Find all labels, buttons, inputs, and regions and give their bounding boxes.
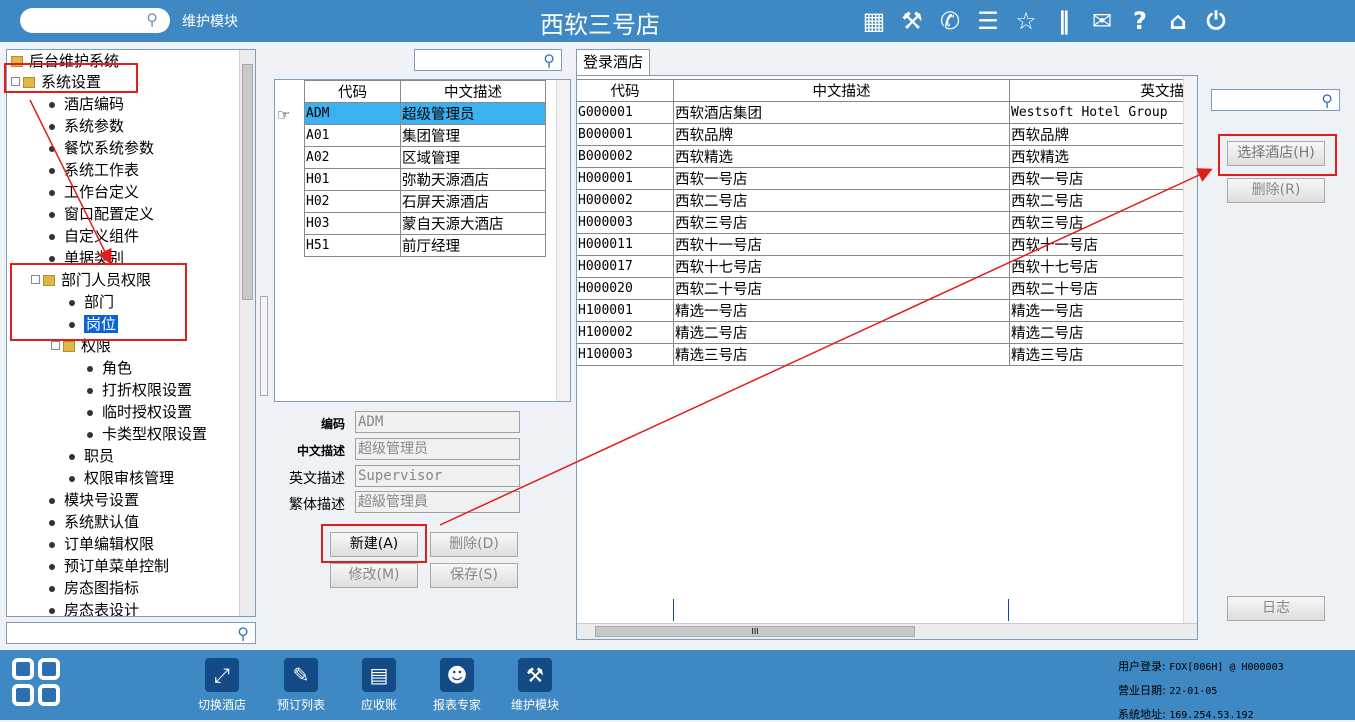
tools-icon: ⚒ [518, 658, 552, 692]
arrow-2 [439, 168, 1213, 526]
switch-hotel-button[interactable]: ⤢ 切换酒店 [187, 658, 257, 713]
clipboard-icon: ▤ [362, 658, 396, 692]
user-icon: ☻ [440, 658, 474, 692]
maintenance-button[interactable]: ⚒ 维护模块 [500, 658, 570, 713]
booking-list-button[interactable]: ✎ 预订列表 [266, 658, 336, 713]
document-edit-icon: ✎ [284, 658, 318, 692]
annotation-arrows [29, 99, 1213, 526]
receivable-button[interactable]: ▤ 应收账 [344, 658, 414, 713]
report-expert-button[interactable]: ☻ 报表专家 [422, 658, 492, 713]
app-logo[interactable] [12, 658, 66, 712]
arrow-1 [29, 99, 112, 265]
business-date-status: 营业日期: 22-01-05 [1118, 684, 1218, 697]
bottom-bar: ⤢ 切换酒店 ✎ 预订列表 ▤ 应收账 ☻ 报表专家 ⚒ 维护模块 用户登录: FOX[0… [0, 650, 1355, 721]
switch-icon: ⤢ [205, 658, 239, 692]
user-login-status: 用户登录: FOX[006H] @ H000003 [1118, 660, 1284, 673]
